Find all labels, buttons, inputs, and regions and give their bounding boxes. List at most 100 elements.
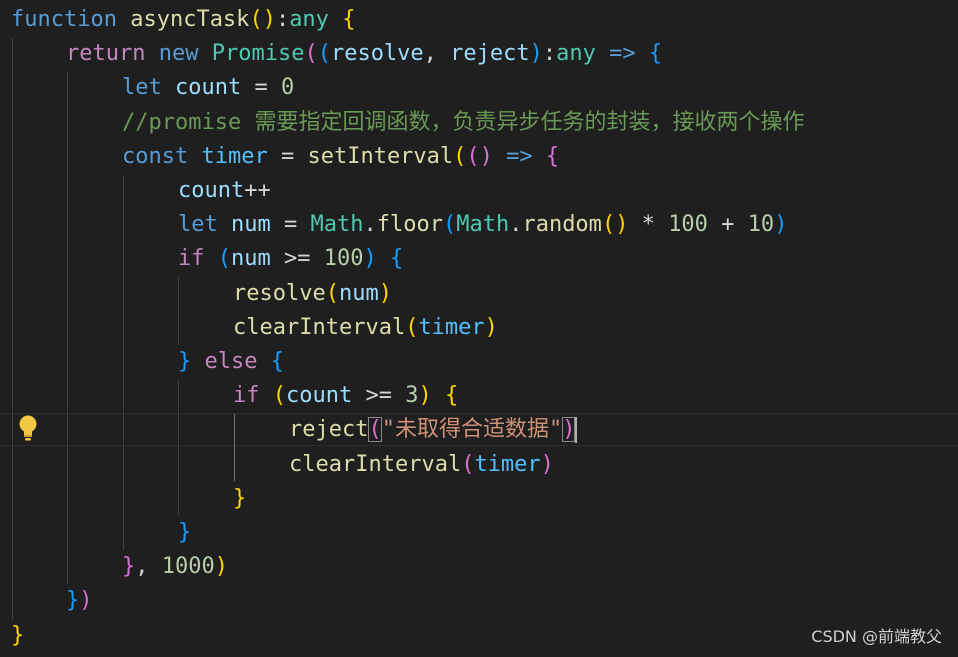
code-token: count (178, 178, 245, 203)
code-line[interactable]: } else { (178, 345, 284, 379)
code-editor[interactable]: function asyncTask():any {return new Pro… (0, 0, 958, 657)
code-token: count (286, 383, 353, 409)
code-token: //promise 需要指定回调函数，负责异步任务的封装，接收两个操作 (122, 109, 805, 135)
code-token: + (707, 212, 748, 238)
code-token: if (178, 246, 205, 272)
code-token: ++ (244, 178, 271, 203)
code-token: ( (304, 41, 318, 67)
code-token: { (342, 7, 356, 32)
code-token: timer (474, 451, 541, 477)
code-token: } (11, 622, 25, 648)
indent-guide (234, 414, 235, 481)
code-line[interactable]: let count = 0 (122, 71, 294, 105)
code-line[interactable]: }) (66, 584, 93, 618)
code-token: } (178, 520, 192, 545)
code-token: return (66, 41, 146, 67)
code-token: timer (201, 143, 268, 169)
code-token: ) (484, 314, 498, 340)
code-token: 1000 (161, 554, 215, 580)
code-token: reject (450, 41, 530, 67)
code-token: => (609, 41, 636, 67)
code-token: random (522, 212, 602, 238)
code-line[interactable]: count++ (178, 174, 271, 208)
code-token: = (270, 212, 311, 238)
code-line[interactable]: let num = Math.floor(Math.random() * 100… (178, 208, 787, 242)
code-token: 10 (747, 212, 775, 238)
code-token: let (122, 75, 162, 101)
code-token: clearInterval (289, 451, 462, 477)
code-token: resolve (233, 280, 326, 306)
code-token: asyncTask (130, 7, 250, 32)
code-line[interactable]: }, 1000) (122, 550, 228, 584)
code-token: ( (317, 41, 331, 67)
code-line[interactable]: return new Promise((resolve, reject):any… (66, 37, 662, 71)
code-token: function (11, 7, 117, 32)
code-token: reject (289, 417, 369, 443)
code-line[interactable]: } (233, 482, 246, 516)
code-token: "未取得合适数据" (381, 417, 563, 443)
code-token: ( (325, 280, 339, 306)
code-token: } (122, 554, 136, 580)
code-token: . (509, 212, 523, 238)
code-line[interactable]: if (num >= 100) { (178, 242, 403, 276)
code-token: { (545, 143, 560, 169)
code-token: 100 (323, 246, 364, 272)
code-token: Math (456, 212, 510, 238)
code-line[interactable]: function asyncTask():any { (11, 3, 355, 37)
code-token: } (178, 349, 192, 374)
code-line[interactable]: clearInterval(timer) (233, 311, 498, 345)
code-token: setInterval (307, 143, 454, 169)
code-token: { (270, 349, 284, 374)
code-line[interactable]: } (11, 619, 24, 653)
lightbulb-icon[interactable] (17, 414, 39, 442)
code-token: floor (376, 212, 443, 238)
code-token: ) (418, 383, 432, 409)
code-token: ) (262, 7, 276, 32)
code-line[interactable]: if (count >= 3) { (233, 379, 458, 413)
indent-guide (178, 380, 179, 515)
code-token: clearInterval (233, 314, 406, 340)
code-token: 100 (668, 212, 708, 238)
code-token: ( (272, 383, 286, 409)
code-token: , (423, 41, 451, 67)
code-token: any (556, 41, 596, 67)
code-token: ( (601, 212, 616, 238)
code-token: count (175, 75, 242, 101)
code-line[interactable]: } (178, 516, 191, 550)
code-token: >= (270, 246, 324, 272)
code-token: timer (418, 314, 485, 340)
code-token: { (444, 383, 459, 409)
code-token: ) (615, 212, 629, 238)
code-token: : (275, 7, 290, 32)
code-line[interactable]: resolve(num) (233, 277, 392, 311)
code-token: ( (217, 246, 231, 272)
code-token: ) (774, 212, 788, 238)
code-token: >= (352, 383, 406, 409)
code-token: ( (368, 417, 382, 443)
code-token: } (233, 485, 247, 511)
code-token: num (231, 212, 271, 238)
code-token: { (648, 41, 663, 67)
code-line[interactable]: clearInterval(timer) (289, 448, 554, 482)
code-token: => (506, 143, 533, 169)
code-token: ) (363, 246, 377, 272)
code-line[interactable]: const timer = setInterval(() => { (122, 140, 559, 174)
code-line[interactable]: //promise 需要指定回调函数，负责异步任务的封装，接收两个操作 (122, 106, 804, 140)
watermark: CSDN @前端教父 (811, 627, 942, 646)
code-token: any (289, 7, 329, 32)
code-token: ) (214, 554, 228, 580)
indent-guide (123, 175, 124, 550)
code-token: ( (461, 451, 475, 477)
code-token: ) (562, 417, 576, 443)
code-token: let (178, 212, 218, 238)
code-line[interactable]: reject("未取得合适数据") (289, 413, 578, 447)
code-token: : (542, 41, 557, 67)
